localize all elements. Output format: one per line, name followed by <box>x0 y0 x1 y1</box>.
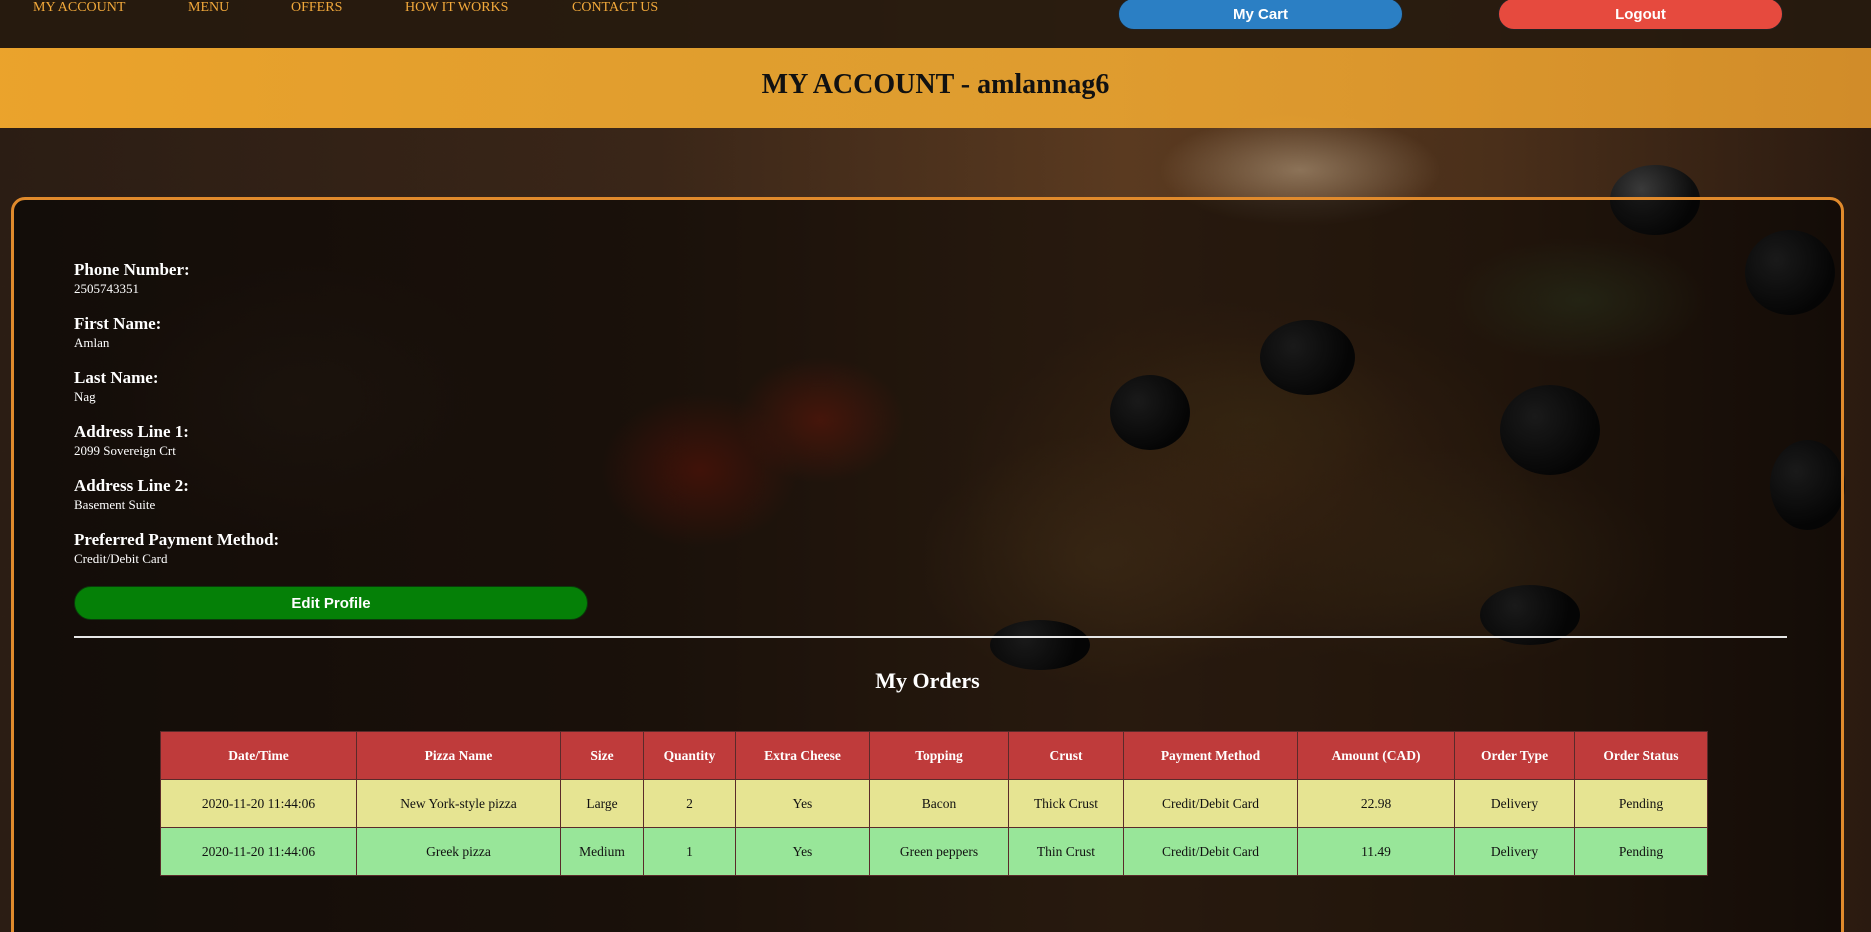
table-cell: 11.49 <box>1297 827 1455 876</box>
orders-heading: My Orders <box>875 668 980 693</box>
column-header: Payment Method <box>1123 731 1298 780</box>
table-cell: Pending <box>1574 827 1708 876</box>
column-header: Extra Cheese <box>735 731 870 780</box>
table-cell: Large <box>560 779 644 828</box>
table-cell: Credit/Debit Card <box>1123 827 1298 876</box>
field-label: Address Line 2: <box>74 476 189 495</box>
table-cell: Credit/Debit Card <box>1123 779 1298 828</box>
field-value: Amlan <box>74 335 110 350</box>
field-value: Credit/Debit Card <box>74 551 168 566</box>
table-cell: Delivery <box>1454 827 1575 876</box>
table-cell: Medium <box>560 827 644 876</box>
phone-number-field: Phone Number: 2505743351 <box>74 260 190 298</box>
table-header-row: Date/Time Pizza Name Size Quantity Extra… <box>160 731 1708 780</box>
table-cell: 22.98 <box>1297 779 1455 828</box>
page-title: MY ACCOUNT - amlannag6 <box>761 69 1110 100</box>
field-label: Phone Number: <box>74 260 190 279</box>
nav-contact-us[interactable]: CONTACT US <box>572 0 658 16</box>
nav-my-account[interactable]: MY ACCOUNT <box>33 0 125 16</box>
table-cell: 2020-11-20 11:44:06 <box>160 779 357 828</box>
column-header: Date/Time <box>160 731 357 780</box>
top-navigation: MY ACCOUNT MENU OFFERS HOW IT WORKS CONT… <box>0 0 1871 48</box>
nav-offers[interactable]: OFFERS <box>291 0 342 16</box>
last-name-field: Last Name: Nag <box>74 368 159 406</box>
column-header: Quantity <box>643 731 736 780</box>
table-cell: Yes <box>735 827 870 876</box>
page-banner: MY ACCOUNT - amlannag6 <box>0 48 1871 128</box>
field-value: 2505743351 <box>74 281 139 296</box>
table-cell: Thick Crust <box>1008 779 1124 828</box>
column-header: Size <box>560 731 644 780</box>
table-cell: 2020-11-20 11:44:06 <box>160 827 357 876</box>
table-cell: Delivery <box>1454 779 1575 828</box>
column-header: Pizza Name <box>356 731 561 780</box>
field-label: Address Line 1: <box>74 422 189 441</box>
table-cell: Bacon <box>869 779 1009 828</box>
first-name-field: First Name: Amlan <box>74 314 161 352</box>
table-cell: Green peppers <box>869 827 1009 876</box>
table-cell: Yes <box>735 779 870 828</box>
column-header: Order Status <box>1574 731 1708 780</box>
field-label: Last Name: <box>74 368 159 387</box>
my-cart-button[interactable]: My Cart <box>1118 0 1403 30</box>
orders-table: Date/Time Pizza Name Size Quantity Extra… <box>160 731 1708 876</box>
table-cell: Pending <box>1574 779 1708 828</box>
table-cell: 2 <box>643 779 736 828</box>
table-cell: Greek pizza <box>356 827 561 876</box>
column-header: Amount (CAD) <box>1297 731 1455 780</box>
field-label: First Name: <box>74 314 162 333</box>
field-value: Nag <box>74 389 96 404</box>
column-header: Order Type <box>1454 731 1575 780</box>
edit-profile-button[interactable]: Edit Profile <box>74 586 588 620</box>
payment-method-field: Preferred Payment Method: Credit/Debit C… <box>74 530 279 568</box>
table-row: 2020-11-20 11:44:06 Greek pizza Medium 1… <box>160 827 1708 876</box>
field-value: 2099 Sovereign Crt <box>74 443 176 458</box>
table-cell: Thin Crust <box>1008 827 1124 876</box>
address-line-1-field: Address Line 1: 2099 Sovereign Crt <box>74 422 189 460</box>
table-row: 2020-11-20 11:44:06 New York-style pizza… <box>160 779 1708 828</box>
nav-menu[interactable]: MENU <box>188 0 229 16</box>
field-label: Preferred Payment Method: <box>74 530 280 549</box>
table-cell: New York-style pizza <box>356 779 561 828</box>
section-divider <box>74 636 1787 638</box>
account-panel: Phone Number: 2505743351 First Name: Aml… <box>11 197 1844 932</box>
table-cell: 1 <box>643 827 736 876</box>
address-line-2-field: Address Line 2: Basement Suite <box>74 476 189 514</box>
column-header: Crust <box>1008 731 1124 780</box>
nav-how-it-works[interactable]: HOW IT WORKS <box>405 0 508 16</box>
logout-button[interactable]: Logout <box>1498 0 1783 30</box>
column-header: Topping <box>869 731 1009 780</box>
field-value: Basement Suite <box>74 497 156 512</box>
